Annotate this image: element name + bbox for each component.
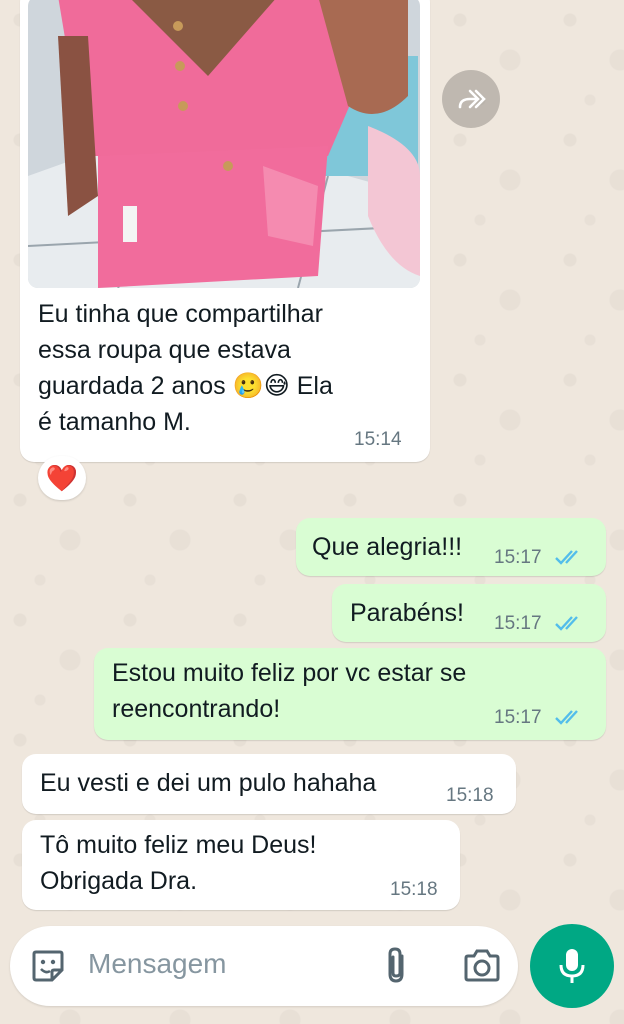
message-time: 15:18 xyxy=(446,785,494,806)
outfit-photo[interactable] xyxy=(28,0,420,288)
voice-record-button[interactable] xyxy=(530,924,614,1008)
image-message-bubble[interactable]: Eu tinha que compartilhar essa roupa que… xyxy=(20,0,430,462)
message-input-placeholder[interactable]: Mensagem xyxy=(88,948,227,980)
message-time: 15:14 xyxy=(354,429,402,450)
forward-button[interactable] xyxy=(442,70,500,128)
message-text: Estou muito feliz por vc estar se reenco… xyxy=(112,659,467,723)
read-ticks-icon xyxy=(555,550,578,565)
message-time: 15:17 xyxy=(494,613,542,634)
reaction-badge[interactable]: ❤️ xyxy=(38,456,86,500)
outgoing-message[interactable]: Que alegria!!! 15:17 xyxy=(296,518,606,576)
incoming-message[interactable]: Tô muito feliz meu Deus! Obrigada Dra. 1… xyxy=(22,820,460,910)
sticker-icon[interactable] xyxy=(30,948,66,984)
mic-icon xyxy=(559,949,585,983)
message-text: Tô muito feliz meu Deus! Obrigada Dra. xyxy=(40,831,317,895)
read-ticks-icon xyxy=(555,710,578,725)
message-text: Eu vesti e dei um pulo hahaha xyxy=(40,769,377,797)
forward-icon xyxy=(458,89,486,109)
message-time: 15:18 xyxy=(390,879,438,900)
message-text: Que alegria!!! xyxy=(312,533,463,561)
message-composer[interactable]: Mensagem xyxy=(10,926,518,1006)
camera-icon[interactable] xyxy=(462,948,502,984)
outgoing-message[interactable]: Estou muito feliz por vc estar se reenco… xyxy=(94,648,606,740)
heart-reaction: ❤️ xyxy=(45,462,79,493)
outgoing-message[interactable]: Parabéns! 15:17 xyxy=(332,584,606,642)
message-time: 15:17 xyxy=(494,547,542,568)
read-ticks-icon xyxy=(555,616,578,631)
image-caption: Eu tinha que compartilhar essa roupa que… xyxy=(38,300,333,436)
incoming-message[interactable]: Eu vesti e dei um pulo hahaha 15:18 xyxy=(22,754,516,814)
message-time: 15:17 xyxy=(494,707,542,728)
attach-icon[interactable] xyxy=(382,946,412,986)
message-text: Parabéns! xyxy=(350,599,464,627)
